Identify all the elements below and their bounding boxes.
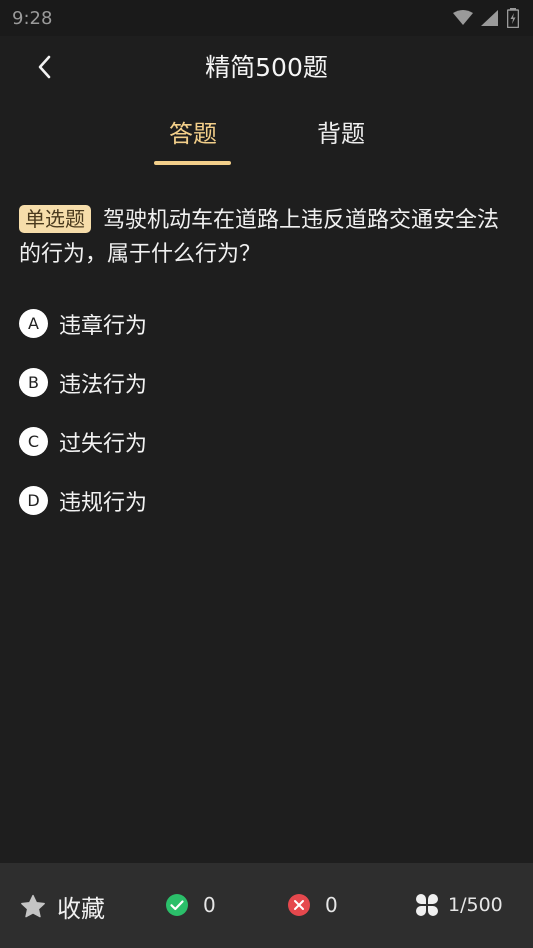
header: 精简500题 bbox=[0, 36, 533, 96]
back-arrow-icon bbox=[38, 55, 51, 79]
option-a-text: 违章行为 bbox=[59, 313, 148, 339]
option-d-text: 违规行为 bbox=[59, 490, 148, 516]
page-title: 精简500题 bbox=[205, 53, 328, 82]
answer-options: A 违章行为 B 违法行为 C 过失行为 D 违规行为 bbox=[19, 294, 499, 530]
option-c-text: 过失行为 bbox=[59, 431, 148, 457]
option-b[interactable]: B 违法行为 bbox=[19, 353, 499, 412]
back-button[interactable] bbox=[28, 50, 62, 84]
option-c[interactable]: C 过失行为 bbox=[19, 412, 499, 471]
wrong-counter: 0 bbox=[287, 893, 338, 917]
star-icon bbox=[21, 894, 45, 917]
wifi-icon bbox=[453, 10, 473, 25]
progress-text: 1/500 bbox=[448, 894, 503, 916]
status-bar: 9:28 bbox=[0, 0, 533, 36]
correct-counter: 0 bbox=[165, 893, 216, 917]
question-progress-button[interactable]: 1/500 bbox=[415, 893, 503, 917]
status-icons bbox=[453, 8, 519, 28]
option-b-text: 违法行为 bbox=[59, 372, 148, 398]
option-a[interactable]: A 违章行为 bbox=[19, 294, 499, 353]
check-circle-icon bbox=[166, 894, 188, 916]
x-circle-icon bbox=[288, 894, 310, 916]
option-a-letter: A bbox=[19, 309, 48, 338]
correct-count: 0 bbox=[203, 893, 216, 917]
favorite-label: 收藏 bbox=[57, 895, 105, 923]
tab-answer[interactable]: 答题 bbox=[138, 104, 248, 166]
option-b-letter: B bbox=[19, 368, 48, 397]
grid-icon bbox=[416, 894, 438, 916]
option-d[interactable]: D 违规行为 bbox=[19, 471, 499, 530]
signal-icon bbox=[481, 10, 498, 26]
wrong-count: 0 bbox=[325, 893, 338, 917]
question: 单选题 驾驶机动车在道路上违反道路交通安全法的行为，属于什么行为？ bbox=[19, 204, 499, 272]
tab-bar: 答题 背题 bbox=[0, 104, 533, 166]
option-d-letter: D bbox=[19, 486, 48, 515]
tab-memorize[interactable]: 背题 bbox=[286, 104, 396, 166]
favorite-button[interactable]: 收藏 bbox=[19, 889, 105, 924]
option-c-letter: C bbox=[19, 427, 48, 456]
question-text: 驾驶机动车在道路上违反道路交通安全法的行为，属于什么行为？ bbox=[19, 208, 500, 267]
question-type-badge: 单选题 bbox=[19, 205, 91, 233]
status-time: 9:28 bbox=[12, 7, 53, 29]
battery-icon bbox=[507, 8, 519, 28]
bottom-bar: 收藏 0 0 1/500 bbox=[0, 863, 533, 948]
active-tab-indicator bbox=[154, 161, 231, 165]
